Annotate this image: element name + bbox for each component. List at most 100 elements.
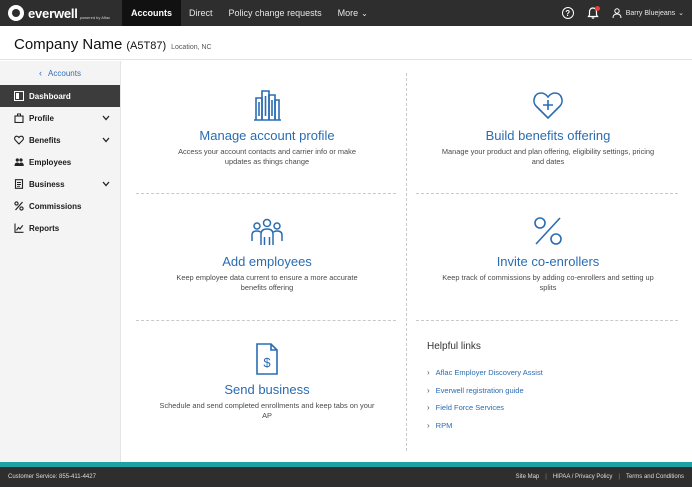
profile-icon <box>13 113 24 124</box>
company-code: (A5T87) <box>126 40 167 52</box>
employees-group-icon <box>251 218 283 245</box>
grid-divider-horizontal <box>136 320 396 321</box>
tile-manage-account-profile[interactable]: Manage account profile Access your accou… <box>142 88 392 167</box>
company-location: Location, NC <box>171 44 212 51</box>
helpful-link-field-force-services[interactable]: › Field Force Services <box>427 399 677 417</box>
tile-title: Manage account profile <box>199 128 335 143</box>
tile-title: Build benefits offering <box>485 128 611 143</box>
grid-divider-vertical <box>406 73 407 451</box>
sidebar: ‹ Accounts Dashboard Profile Benefits Em… <box>0 61 121 462</box>
sidebar-item-label: Business <box>29 179 65 189</box>
tile-description: Manage your product and plan offering, e… <box>441 147 655 166</box>
brand-tagline: powered by Aflac <box>79 14 111 20</box>
company-header: Company Name (A5T87) Location, NC <box>0 26 692 60</box>
helpful-link-everwell-registration-guide[interactable]: › Everwell registration guide <box>427 382 677 400</box>
tile-send-business[interactable]: $ Send business Schedule and send comple… <box>142 342 392 421</box>
sidebar-item-employees[interactable]: Employees <box>0 151 120 173</box>
chevron-down-icon <box>102 136 110 145</box>
helpful-link-aflac-employer-discovery-assist[interactable]: › Aflac Employer Discovery Assist <box>427 364 677 382</box>
chevron-down-icon: ⌄ <box>678 10 684 17</box>
nav-tab-accounts[interactable]: Accounts <box>122 0 182 26</box>
sidebar-item-benefits[interactable]: Benefits <box>0 129 120 151</box>
helpful-link-label: RPM <box>435 420 453 430</box>
footer-links: Site Map | HIPAA / Privacy Policy | Term… <box>516 474 684 480</box>
sidebar-item-reports[interactable]: Reports <box>0 217 120 239</box>
back-to-accounts-link[interactable]: ‹ Accounts <box>0 61 120 85</box>
sidebar-item-commissions[interactable]: Commissions <box>0 195 120 217</box>
user-icon <box>612 8 622 18</box>
company-name: Company Name <box>14 36 123 53</box>
back-link-label: Accounts <box>48 68 81 78</box>
document-icon <box>13 179 24 190</box>
chart-icon <box>13 223 24 234</box>
footer-link-terms[interactable]: Terms and Conditions <box>626 474 684 480</box>
chevron-down-icon: ⌄ <box>361 8 368 18</box>
chevron-right-icon: › <box>427 368 430 378</box>
grid-divider-horizontal <box>416 320 678 321</box>
nav-tab-more-label: More <box>337 8 359 18</box>
help-icon[interactable]: ? <box>561 7 574 19</box>
tile-title: Send business <box>224 382 310 397</box>
chevron-down-icon <box>102 180 110 189</box>
chevron-right-icon: › <box>427 403 430 413</box>
employees-icon <box>13 157 24 168</box>
sidebar-item-label: Benefits <box>29 135 61 145</box>
sidebar-item-dashboard[interactable]: Dashboard <box>0 85 120 107</box>
helpful-links-title: Helpful links <box>427 341 481 352</box>
everwell-logo[interactable]: everwell powered by Aflac <box>0 0 122 26</box>
helpful-link-label: Field Force Services <box>435 403 505 413</box>
tile-title: Add employees <box>222 254 312 269</box>
sidebar-item-label: Employees <box>29 157 72 167</box>
notification-badge <box>594 6 600 11</box>
document-dollar-icon: $ <box>256 343 278 375</box>
percent-icon <box>13 201 24 212</box>
helpful-link-label: Everwell registration guide <box>435 385 524 395</box>
tile-title: Invite co-enrollers <box>496 254 600 269</box>
brand-name: everwell <box>28 5 78 21</box>
nav-tab-direct[interactable]: Direct <box>181 0 221 26</box>
grid-divider-horizontal <box>136 193 396 194</box>
dashboard-icon <box>13 91 24 102</box>
footer-link-privacy-policy[interactable]: HIPAA / Privacy Policy <box>553 474 613 480</box>
logo-mark-icon <box>8 5 24 21</box>
helpful-link-rpm[interactable]: › RPM <box>427 417 677 435</box>
svg-text:$: $ <box>263 355 271 370</box>
sidebar-item-label: Commissions <box>29 201 82 211</box>
footer-separator: | <box>545 474 547 480</box>
grid-divider-horizontal <box>416 193 678 194</box>
helpful-link-label: Aflac Employer Discovery Assist <box>435 368 543 378</box>
tile-description: Schedule and send completed enrollments … <box>159 401 375 420</box>
tile-invite-coenrollers[interactable]: Invite co-enrollers Keep track of commis… <box>417 214 679 293</box>
sidebar-item-label: Reports <box>29 223 60 233</box>
dashboard-main: Manage account profile Access your accou… <box>122 61 692 462</box>
footer-link-site-map[interactable]: Site Map <box>516 474 540 480</box>
user-name: Barry Bluejeans <box>625 9 676 17</box>
tile-description: Keep track of commissions by adding co-e… <box>442 273 654 292</box>
sidebar-item-label: Profile <box>29 113 54 123</box>
sidebar-item-label: Dashboard <box>29 91 71 101</box>
nav-right-group: ? Barry Bluejeans ⌄ <box>561 0 692 26</box>
helpful-links-panel: Helpful links › Aflac Employer Discovery… <box>427 341 677 434</box>
percent-icon <box>534 217 562 245</box>
footer-separator: | <box>618 474 620 480</box>
chevron-down-icon <box>102 114 110 123</box>
tile-description: Access your account contacts and carrier… <box>178 147 356 166</box>
customer-service-phone: Customer Service: 855-411-4427 <box>8 474 96 480</box>
top-nav: everwell powered by Aflac Accounts Direc… <box>0 0 692 26</box>
tile-description: Keep employee data current to ensure a m… <box>176 273 358 292</box>
chevron-right-icon: › <box>427 420 430 430</box>
nav-tab-more[interactable]: More ⌄ <box>330 0 376 26</box>
heart-icon <box>13 135 24 146</box>
heart-plus-icon <box>533 92 563 120</box>
footer: Customer Service: 855-411-4427 Site Map … <box>0 467 692 487</box>
notifications-bell-icon[interactable] <box>586 6 600 20</box>
chevron-right-icon: › <box>427 385 430 395</box>
tile-add-employees[interactable]: Add employees Keep employee data current… <box>142 214 392 293</box>
sidebar-item-profile[interactable]: Profile <box>0 107 120 129</box>
tile-build-benefits-offering[interactable]: Build benefits offering Manage your prod… <box>417 88 679 167</box>
chevron-left-icon: ‹ <box>39 68 43 78</box>
nav-tab-policy-change-requests[interactable]: Policy change requests <box>221 0 330 26</box>
user-menu[interactable]: Barry Bluejeans ⌄ <box>612 8 692 18</box>
sidebar-item-business[interactable]: Business <box>0 173 120 195</box>
building-icon <box>254 90 281 121</box>
